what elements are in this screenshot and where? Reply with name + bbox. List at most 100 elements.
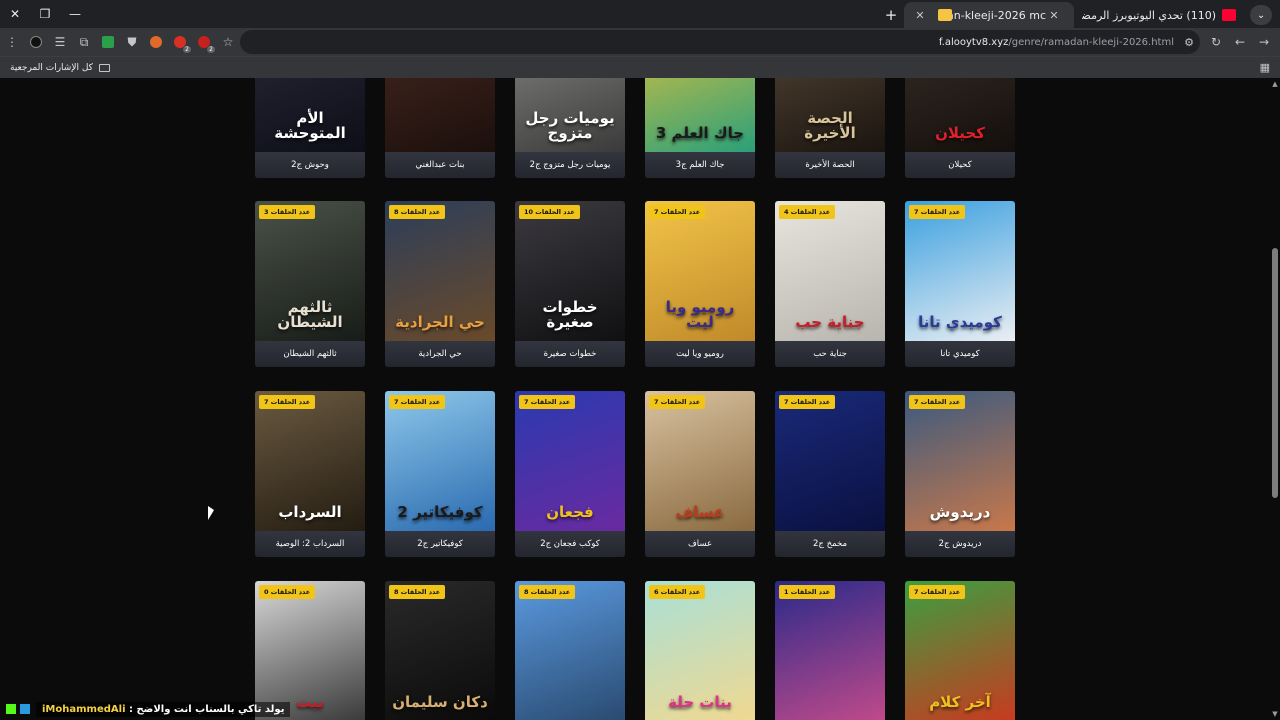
- forward-arrow-icon[interactable]: ←: [1228, 30, 1252, 54]
- tab-title: Watch ramadan-kleeji-2026 mc: [952, 8, 1046, 22]
- series-poster[interactable]: جاك العلم 3: [645, 78, 755, 152]
- address-bar[interactable]: f.alooytv8.xyz/genre/ramadan-kleeji-2026…: [240, 30, 1200, 54]
- series-poster[interactable]: يوميات رجل متزوج: [515, 78, 625, 152]
- extension-red-icon[interactable]: 2: [192, 30, 216, 54]
- series-title[interactable]: جاك العلم ج3: [645, 152, 755, 178]
- series-poster[interactable]: [775, 391, 885, 531]
- series-title[interactable]: جناية حب: [775, 341, 885, 367]
- series-poster[interactable]: السرداب: [255, 391, 365, 531]
- series-poster[interactable]: خطوات صغيرة: [515, 201, 625, 341]
- poster-title-art: كوميدي تانا: [918, 313, 1002, 332]
- apps-grid-icon[interactable]: ▦: [1260, 61, 1270, 74]
- series-card[interactable]: عدد الحلقات 7 مخمخ ج2: [775, 391, 885, 557]
- episode-count-badge: عدد الحلقات 7: [389, 395, 446, 409]
- series-title[interactable]: كوفيكاتير ج2: [385, 531, 495, 557]
- series-poster[interactable]: كوفيكاتير 2: [385, 391, 495, 531]
- series-title[interactable]: خطوات صغيرة: [515, 341, 625, 367]
- episode-count-badge: عدد الحلقات 7: [909, 205, 966, 219]
- series-title[interactable]: كوميدي تانا: [905, 341, 1015, 367]
- series-title[interactable]: بنات عبدالغني: [385, 152, 495, 178]
- series-title[interactable]: الحصة الأخيرة: [775, 152, 885, 178]
- tab-close-icon[interactable]: ✕: [1046, 9, 1062, 22]
- series-poster[interactable]: حي الجرادية: [385, 201, 495, 341]
- series-card[interactable]: بنات عبدالغني: [385, 78, 495, 178]
- new-tab-button[interactable]: +: [878, 6, 904, 24]
- scrollbar-thumb[interactable]: [1272, 248, 1278, 498]
- series-title[interactable]: عساف: [645, 531, 755, 557]
- series-card[interactable]: السرداب عدد الحلقات 7 السرداب 2: الوصية: [255, 391, 365, 557]
- series-poster[interactable]: دريدوش: [905, 391, 1015, 531]
- series-card[interactable]: كحيلان كحيلان: [905, 78, 1015, 178]
- series-title[interactable]: روميو ويا ليت: [645, 341, 755, 367]
- poster-title-art: الحصة الأخيرة: [804, 108, 856, 143]
- series-card[interactable]: الأم المتوحشة وحوش ج2: [255, 78, 365, 178]
- series-title[interactable]: دريدوش ج2: [905, 531, 1015, 557]
- reload-icon[interactable]: ↻: [1204, 30, 1228, 54]
- poster-title-art: روميو ويا ليت: [665, 297, 735, 332]
- restore-window-icon[interactable]: ❐: [30, 0, 60, 28]
- series-title[interactable]: وحوش ج2: [255, 152, 365, 178]
- series-poster[interactable]: ثالثهم الشيطان: [255, 201, 365, 341]
- series-title[interactable]: يوميات رجل متزوج ج2: [515, 152, 625, 178]
- poster-title-art: حي الجرادية: [395, 313, 485, 332]
- close-window-icon[interactable]: ✕: [0, 0, 30, 28]
- series-poster[interactable]: روميو ويا ليت: [645, 201, 755, 341]
- poster-title-art: فجعان: [546, 503, 594, 522]
- site-favicon-icon: [938, 9, 952, 21]
- series-title[interactable]: كوكب فجعان ج2: [515, 531, 625, 557]
- back-arrow-icon[interactable]: →: [1252, 30, 1276, 54]
- series-title[interactable]: مخمخ ج2: [775, 531, 885, 557]
- scroll-up-arrow-icon[interactable]: ▲: [1271, 80, 1279, 88]
- extension-sort-icon[interactable]: ☰: [48, 30, 72, 54]
- extension-orange-icon[interactable]: [144, 30, 168, 54]
- extension-red-icon[interactable]: 2: [168, 30, 192, 54]
- episode-count-badge: عدد الحلقات 7: [649, 395, 706, 409]
- extension-green-icon[interactable]: [96, 30, 120, 54]
- series-card[interactable]: جناية حب عدد الحلقات 4 جناية حب: [775, 201, 885, 367]
- tab-close-icon[interactable]: ✕: [912, 9, 928, 22]
- series-poster[interactable]: كوميدي تانا: [905, 201, 1015, 341]
- series-card[interactable]: يوميات رجل متزوج يوميات رجل متزوج ج2: [515, 78, 625, 178]
- series-title[interactable]: ثالثهم الشيطان: [255, 341, 365, 367]
- series-poster[interactable]: [385, 78, 495, 152]
- all-bookmarks-button[interactable]: كل الإشارات المرجعية: [10, 63, 110, 73]
- mouse-cursor-icon: [208, 506, 214, 520]
- series-poster[interactable]: الأم المتوحشة: [255, 78, 365, 152]
- series-card[interactable]: عساف عدد الحلقات 7 عساف: [645, 391, 755, 557]
- site-settings-icon[interactable]: ⚙: [1184, 36, 1194, 49]
- series-card[interactable]: كوميدي تانا عدد الحلقات 7 كوميدي تانا: [905, 201, 1015, 367]
- poster-title-art: كحيلان: [935, 124, 985, 143]
- series-poster[interactable]: عساف: [645, 391, 755, 531]
- extension-icon[interactable]: [24, 30, 48, 54]
- series-card[interactable]: كوفيكاتير 2 عدد الحلقات 7 كوفيكاتير ج2: [385, 391, 495, 557]
- series-title[interactable]: السرداب 2: الوصية: [255, 531, 365, 557]
- extensions-puzzle-icon[interactable]: ⧉: [72, 30, 96, 54]
- series-card[interactable]: ثالثهم الشيطان عدد الحلقات 3 ثالثهم الشيطا…: [255, 201, 365, 367]
- series-poster[interactable]: كحيلان: [905, 78, 1015, 152]
- episode-count-badge: عدد الحلقات 7: [649, 205, 706, 219]
- series-poster[interactable]: الحصة الأخيرة: [775, 78, 885, 152]
- series-card[interactable]: جاك العلم 3 جاك العلم ج3: [645, 78, 755, 178]
- series-card[interactable]: روميو ويا ليت عدد الحلقات 7 روميو ويا ليت: [645, 201, 755, 367]
- stream-chat-overlay: يولد تاكي بالسناب انت والاضح : iMohammed…: [0, 698, 1280, 720]
- tab-youtube[interactable]: (110) تحدي اليوتيوبرز الرمضاني: [1074, 2, 1244, 28]
- series-card[interactable]: دريدوش عدد الحلقات 7 دريدوش ج2: [905, 391, 1015, 557]
- poster-title-art: عساف: [675, 503, 725, 522]
- all-bookmarks-label: كل الإشارات المرجعية: [10, 62, 93, 73]
- series-title[interactable]: حي الجرادية: [385, 341, 495, 367]
- poster-title-art: كوفيكاتير 2: [397, 503, 483, 522]
- minimize-window-icon[interactable]: —: [60, 0, 90, 28]
- series-poster[interactable]: جناية حب: [775, 201, 885, 341]
- bookmark-star-icon[interactable]: ☆: [216, 30, 240, 54]
- chat-message: يولد تاكي بالسناب انت والاضح : iMohammed…: [36, 701, 291, 717]
- series-poster[interactable]: فجعان: [515, 391, 625, 531]
- tab-active[interactable]: ✕ Watch ramadan-kleeji-2026 mc ✕: [904, 2, 1074, 28]
- tab-search-chevron-icon[interactable]: ⌄: [1250, 5, 1272, 25]
- series-card[interactable]: حي الجرادية عدد الحلقات 8 حي الجرادية: [385, 201, 495, 367]
- menu-kebab-icon[interactable]: ⋮: [0, 30, 24, 54]
- series-card[interactable]: الحصة الأخيرة الحصة الأخيرة: [775, 78, 885, 178]
- series-card[interactable]: فجعان عدد الحلقات 7 كوكب فجعان ج2: [515, 391, 625, 557]
- shield-icon[interactable]: ⛊: [120, 30, 144, 54]
- series-card[interactable]: خطوات صغيرة عدد الحلقات 10 خطوات صغيرة: [515, 201, 625, 367]
- series-title[interactable]: كحيلان: [905, 152, 1015, 178]
